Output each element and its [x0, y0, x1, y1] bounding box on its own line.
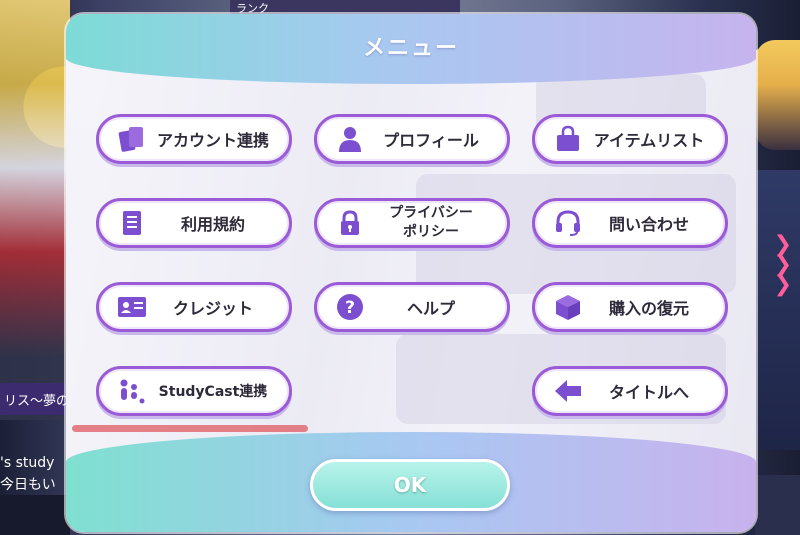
background-top-label: ランク	[230, 0, 460, 14]
menu-dialog: メニュー	[66, 14, 756, 532]
button-label: 購入の復元	[608, 299, 689, 318]
credits-button[interactable]: クレジット	[96, 282, 292, 332]
button-label: タイトルへ	[608, 383, 689, 402]
bag-icon	[553, 124, 583, 154]
terms-of-use-button[interactable]: 利用規約	[96, 198, 292, 248]
background-text-line: 's study	[0, 455, 55, 471]
button-label: ヘルプ	[406, 299, 455, 318]
studycast-icon	[117, 376, 147, 406]
contact-button[interactable]: 問い合わせ	[532, 198, 728, 248]
item-list-button[interactable]: アイテムリスト	[532, 114, 728, 164]
profile-button[interactable]: プロフィール	[314, 114, 510, 164]
account-link-button[interactable]: アカウント連携	[96, 114, 292, 164]
id-card-icon	[117, 292, 147, 322]
annotation-underline	[72, 425, 308, 432]
background-corner	[755, 475, 800, 535]
arrow-left-icon	[553, 376, 583, 406]
background-banner: リス〜夢の	[0, 383, 70, 415]
button-label: アイテムリスト	[593, 131, 705, 150]
question-icon: ?	[335, 292, 365, 322]
background-corner	[0, 495, 70, 535]
headset-icon	[553, 208, 583, 238]
background-text-line: 今日もい	[0, 477, 56, 493]
document-icon	[117, 208, 147, 238]
lock-icon	[335, 208, 365, 238]
dialog-title: メニュー	[362, 36, 459, 61]
button-label: プライバシー ポリシー	[389, 205, 473, 240]
button-label: StudyCast連携	[158, 384, 268, 400]
cards-icon	[117, 124, 147, 154]
background-panel-right	[755, 170, 800, 450]
help-button[interactable]: ? ヘルプ	[314, 282, 510, 332]
button-label: アカウント連携	[156, 131, 269, 150]
chevron-decoration: ❯ ❯ ❯	[773, 232, 792, 297]
back-to-title-button[interactable]: タイトルへ	[532, 366, 728, 416]
person-icon	[335, 124, 365, 154]
svg-text:?: ?	[345, 298, 355, 318]
character-illustration-right	[755, 40, 800, 150]
ok-button[interactable]: OK	[310, 459, 510, 511]
privacy-policy-button[interactable]: プライバシー ポリシー	[314, 198, 510, 248]
box-icon	[553, 292, 583, 322]
studycast-link-button[interactable]: StudyCast連携	[96, 366, 292, 416]
button-label: プロフィール	[383, 131, 479, 150]
button-label: 問い合わせ	[608, 215, 689, 234]
background-text: 's study 今日もい	[0, 452, 68, 496]
button-label: クレジット	[172, 299, 253, 318]
restore-purchase-button[interactable]: 購入の復元	[532, 282, 728, 332]
button-label: 利用規約	[180, 215, 245, 234]
character-illustration-left	[0, 0, 70, 420]
